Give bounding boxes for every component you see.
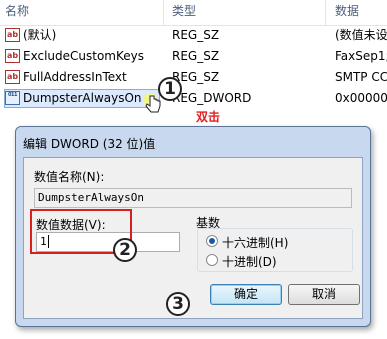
column-header-data[interactable]: 数据 [335,0,359,25]
value-type: REG_SZ [172,70,220,84]
string-value-icon: ab [5,49,20,63]
value-data: SMTP CC [335,70,387,84]
list-item[interactable]: ab FullAddressInText REG_SZ SMTP CC [0,67,387,88]
hex-radio[interactable] [206,235,218,247]
step-2-badge: 2 [113,238,137,262]
value-name: FullAddressInText [23,70,127,84]
list-header: 名称 类型 数据 [0,0,387,26]
list-item-selected[interactable]: 011 DumpsterAlwaysOn REG_DWORD 0x000000 [0,88,387,109]
dword-value-icon: 011 [5,91,20,105]
decimal-radio[interactable] [206,254,218,266]
string-value-icon: ab [5,28,20,42]
value-name-field[interactable]: DumpsterAlwaysOn [34,188,352,208]
list-item[interactable]: ab (默认) REG_SZ (数值未设 [0,25,387,46]
decimal-radio-label[interactable]: 十进制(D) [222,253,277,270]
value-data: (数值未设 [335,28,387,42]
registry-value-list: 名称 类型 数据 ab (默认) REG_SZ (数值未设 ab Exclude… [0,0,387,115]
step-3-badge: 3 [166,292,190,316]
cancel-button[interactable]: 取消 [288,284,360,305]
value-type: REG_DWORD [172,91,252,105]
column-header-type[interactable]: 类型 [172,0,196,25]
step-1-badge: 1 [158,77,182,101]
value-name: (默认) [23,28,57,42]
value-data: FaxSep1; [335,49,387,63]
value-name-label: 数值名称(N): [34,170,105,184]
value-name: DumpsterAlwaysOn [23,91,142,105]
value-data: 0x000000 [335,91,387,105]
list-item[interactable]: ab ExcludeCustomKeys REG_SZ FaxSep1; [0,46,387,67]
value-type: REG_SZ [172,49,220,63]
value-name: ExcludeCustomKeys [23,49,144,63]
column-divider[interactable] [163,0,164,25]
ok-button[interactable]: 确定 [210,284,282,305]
dialog-title: 编辑 DWORD (32 位)值 [23,137,156,151]
column-divider[interactable] [325,0,326,25]
hex-radio-label[interactable]: 十六进制(H) [222,234,288,251]
value-type: REG_SZ [172,28,220,42]
column-header-name[interactable]: 名称 [5,0,29,25]
string-value-icon: ab [5,70,20,84]
double-click-label: 双击 [196,110,221,124]
